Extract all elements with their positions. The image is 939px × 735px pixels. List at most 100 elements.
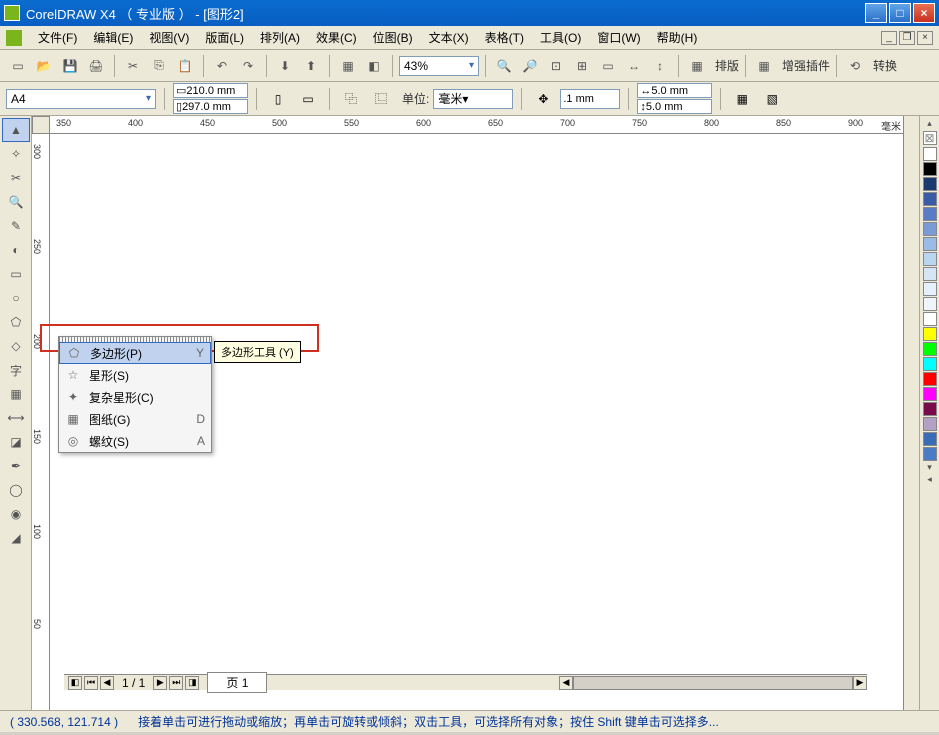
scrollbar-vertical[interactable] bbox=[903, 116, 919, 710]
menu-table[interactable]: 表格(T) bbox=[477, 27, 532, 48]
plugin-button[interactable]: ▦ bbox=[752, 54, 776, 78]
tool-text[interactable]: 字 bbox=[2, 358, 30, 382]
flyout-item-0[interactable]: ⬠多边形(P)Y bbox=[59, 342, 211, 364]
menu-layout[interactable]: 版面(L) bbox=[197, 27, 252, 48]
tool-shape[interactable]: ✧ bbox=[2, 142, 30, 166]
redo-button[interactable]: ↷ bbox=[236, 54, 260, 78]
page-width-input[interactable]: ▭ 210.0 mm bbox=[173, 83, 248, 98]
flyout-item-4[interactable]: ◎螺纹(S)A bbox=[59, 430, 211, 452]
ruler-origin[interactable] bbox=[32, 116, 50, 134]
color-swatch[interactable] bbox=[923, 267, 937, 281]
page-add-after-button[interactable]: ◨ bbox=[185, 676, 199, 690]
color-swatch[interactable] bbox=[923, 177, 937, 191]
color-swatch[interactable] bbox=[923, 222, 937, 236]
page-next-button[interactable]: ▶ bbox=[153, 676, 167, 690]
ruler-vertical[interactable]: 30025020015010050 bbox=[32, 134, 50, 710]
tool-interactive[interactable]: ◪ bbox=[2, 430, 30, 454]
color-swatch[interactable] bbox=[923, 312, 937, 326]
zoom-width-button[interactable]: ↔ bbox=[622, 54, 646, 78]
color-swatch[interactable] bbox=[923, 147, 937, 161]
palette-up-button[interactable]: ▴ bbox=[922, 118, 937, 130]
opt1-button[interactable]: ▦ bbox=[729, 86, 755, 112]
color-swatch[interactable] bbox=[923, 297, 937, 311]
app-launcher-button[interactable]: ▦ bbox=[336, 54, 360, 78]
color-swatch[interactable] bbox=[923, 447, 937, 461]
tool-crop[interactable]: ✂ bbox=[2, 166, 30, 190]
zoom-all-button[interactable]: ⊞ bbox=[570, 54, 594, 78]
color-swatch[interactable] bbox=[923, 372, 937, 386]
tool-zoom[interactable]: 🔍 bbox=[2, 190, 30, 214]
pages-button[interactable]: ⿻ bbox=[338, 86, 364, 112]
flyout-item-1[interactable]: ☆星形(S) bbox=[59, 364, 211, 386]
cut-button[interactable]: ✂ bbox=[121, 54, 145, 78]
print-button[interactable]: 🖨 bbox=[84, 54, 108, 78]
tool-eyedropper[interactable]: ✒ bbox=[2, 454, 30, 478]
page-last-button[interactable]: ⏭ bbox=[169, 676, 183, 690]
duplicate-y-input[interactable]: ↕ 5.0 mm bbox=[637, 99, 712, 114]
zoom-page-button[interactable]: ▭ bbox=[596, 54, 620, 78]
menu-file[interactable]: 文件(F) bbox=[30, 27, 85, 48]
save-button[interactable]: 💾 bbox=[58, 54, 82, 78]
scrollbar-horizontal[interactable]: ◧ ⏮ ◀ 1 / 1 ▶ ⏭ ◨ 页 1 ◀ ▶ bbox=[64, 674, 867, 690]
tool-fill[interactable]: ◉ bbox=[2, 502, 30, 526]
tool-freehand[interactable]: ✎ bbox=[2, 214, 30, 238]
mdi-restore-button[interactable]: ❐ bbox=[899, 31, 915, 45]
mdi-minimize-button[interactable]: _ bbox=[881, 31, 897, 45]
scroll-track[interactable] bbox=[573, 676, 853, 690]
color-swatch[interactable] bbox=[923, 207, 937, 221]
paper-select[interactable]: A4 ▾ bbox=[6, 89, 156, 109]
color-swatch[interactable] bbox=[923, 432, 937, 446]
color-swatch[interactable] bbox=[923, 282, 937, 296]
nudge-input[interactable]: .1 mm bbox=[560, 89, 620, 109]
color-swatch[interactable] bbox=[923, 192, 937, 206]
color-swatch[interactable] bbox=[923, 327, 937, 341]
tool-smart-fill[interactable]: ◐ bbox=[2, 238, 30, 262]
palette-down-button[interactable]: ▾ bbox=[922, 462, 937, 474]
maximize-button[interactable]: □ bbox=[889, 3, 911, 23]
menu-window[interactable]: 窗口(W) bbox=[589, 27, 648, 48]
snap-button[interactable]: ▦ bbox=[685, 54, 709, 78]
paste-button[interactable]: 📋 bbox=[173, 54, 197, 78]
close-button[interactable]: × bbox=[913, 3, 935, 23]
page-height-input[interactable]: ▯ 297.0 mm bbox=[173, 99, 248, 114]
flyout-item-3[interactable]: ▦图纸(G)D bbox=[59, 408, 211, 430]
zoom-selection-button[interactable]: ⊡ bbox=[544, 54, 568, 78]
tool-outline[interactable]: ◯ bbox=[2, 478, 30, 502]
tool-interactive-fill[interactable]: ◢ bbox=[2, 526, 30, 550]
color-swatch[interactable] bbox=[923, 417, 937, 431]
no-color-swatch[interactable]: ⊠ bbox=[923, 131, 937, 145]
tool-pick[interactable]: ▲ bbox=[2, 118, 30, 142]
menu-edit[interactable]: 编辑(E) bbox=[85, 27, 141, 48]
tool-ellipse[interactable]: ○ bbox=[2, 286, 30, 310]
opt2-button[interactable]: ▧ bbox=[759, 86, 785, 112]
open-button[interactable]: 📂 bbox=[32, 54, 56, 78]
menu-text[interactable]: 文本(X) bbox=[421, 27, 477, 48]
color-swatch[interactable] bbox=[923, 402, 937, 416]
tool-table[interactable]: ▦ bbox=[2, 382, 30, 406]
page-prev-button[interactable]: ◀ bbox=[100, 676, 114, 690]
export-button[interactable]: ⬆ bbox=[299, 54, 323, 78]
menu-help[interactable]: 帮助(H) bbox=[649, 27, 706, 48]
page-add-button[interactable]: ◧ bbox=[68, 676, 82, 690]
page-tab-1[interactable]: 页 1 bbox=[207, 672, 267, 693]
facing-pages-button[interactable]: ⿺ bbox=[368, 86, 394, 112]
color-swatch[interactable] bbox=[923, 387, 937, 401]
zoom-select[interactable]: 43% ▾ bbox=[399, 56, 479, 76]
tool-basic-shapes[interactable]: ◇ bbox=[2, 334, 30, 358]
scroll-left-button[interactable]: ◀ bbox=[559, 676, 573, 690]
flyout-item-2[interactable]: ✦复杂星形(C) bbox=[59, 386, 211, 408]
import-button[interactable]: ⬇ bbox=[273, 54, 297, 78]
color-swatch[interactable] bbox=[923, 357, 937, 371]
new-button[interactable]: ▭ bbox=[6, 54, 30, 78]
landscape-button[interactable]: ▭ bbox=[295, 86, 321, 112]
transform-button[interactable]: ⟲ bbox=[843, 54, 867, 78]
color-swatch[interactable] bbox=[923, 342, 937, 356]
scroll-right-button[interactable]: ▶ bbox=[853, 676, 867, 690]
zoom-in-button[interactable]: 🔍 bbox=[492, 54, 516, 78]
ruler-horizontal[interactable]: 毫米 350400450500550600650700750800850900 bbox=[32, 116, 903, 134]
tool-polygon[interactable]: ⬠ bbox=[2, 310, 30, 334]
zoom-height-button[interactable]: ↕ bbox=[648, 54, 672, 78]
menu-tools[interactable]: 工具(O) bbox=[532, 27, 589, 48]
welcome-button[interactable]: ◧ bbox=[362, 54, 386, 78]
tool-dimension[interactable]: ⟷ bbox=[2, 406, 30, 430]
